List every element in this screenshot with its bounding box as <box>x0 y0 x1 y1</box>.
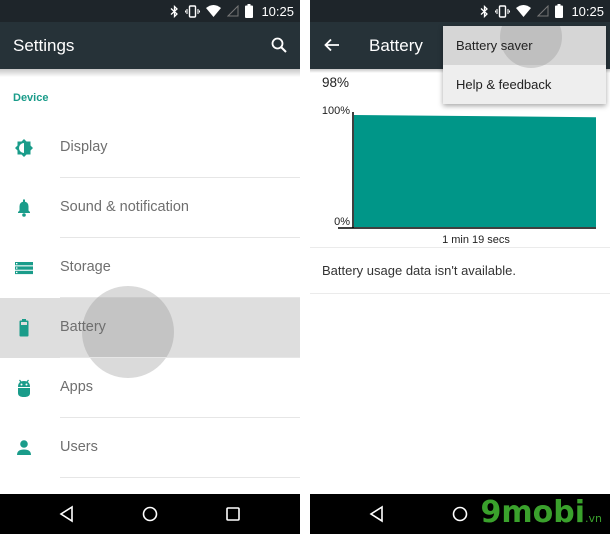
menu-item-label: Help & feedback <box>456 77 552 92</box>
menu-item-label: Battery saver <box>456 38 533 53</box>
battery-icon <box>555 4 564 18</box>
battery-screen: 10:25 Battery 98% 100% 0% 1 min 19 secs Ba… <box>310 0 610 534</box>
app-bar: Settings <box>0 22 300 69</box>
divider <box>310 293 610 294</box>
settings-item-label: Display <box>60 139 108 155</box>
settings-item-label: Storage <box>60 259 111 275</box>
page-title: Battery <box>369 36 423 55</box>
watermark-logo: 9mobi.vn <box>481 495 603 530</box>
battery-level-area <box>354 115 596 227</box>
search-icon[interactable] <box>271 37 287 53</box>
divider <box>60 477 300 478</box>
battery-icon <box>19 319 29 337</box>
navigation-bar <box>0 494 300 534</box>
settings-item-users[interactable]: Users <box>0 418 300 478</box>
menu-item-battery-saver[interactable]: Battery saver <box>443 26 606 68</box>
status-bar: 10:25 <box>0 0 300 22</box>
settings-item-apps[interactable]: Apps <box>0 358 300 418</box>
back-nav-icon[interactable] <box>368 505 386 523</box>
battery-level-text: 98% <box>322 75 350 90</box>
status-time: 10:25 <box>571 3 604 19</box>
settings-item-label: Users <box>60 439 98 455</box>
usage-empty-message: Battery usage data isn't available. <box>322 263 516 278</box>
brightness-icon <box>15 139 33 157</box>
vibrate-icon <box>495 4 511 18</box>
arrow-back-icon[interactable] <box>324 38 340 52</box>
watermark-text: 9mobi <box>480 495 586 530</box>
status-bar: 10:25 <box>310 0 610 22</box>
divider <box>310 247 610 248</box>
vibrate-icon <box>185 4 201 18</box>
y-tick-label: 100% <box>322 105 350 117</box>
app-bar-shadow <box>0 69 300 77</box>
back-nav-icon[interactable] <box>58 505 76 523</box>
recents-nav-icon[interactable] <box>224 505 242 523</box>
status-time: 10:25 <box>261 3 294 19</box>
y-tick-label: 0% <box>334 216 350 228</box>
settings-item-label: Apps <box>60 379 94 395</box>
bluetooth-icon <box>481 4 489 18</box>
settings-item-label: Sound & notification <box>60 199 189 215</box>
signal-icon <box>227 5 239 17</box>
wifi-icon <box>206 5 222 17</box>
settings-item-display[interactable]: Display <box>0 118 300 178</box>
android-icon <box>18 379 30 397</box>
settings-screen: 10:25 Settings Device Display Sound & no… <box>0 0 300 534</box>
bluetooth-icon <box>171 4 179 18</box>
x-axis-label: 1 min 19 secs <box>442 234 510 246</box>
bell-icon <box>18 199 30 217</box>
menu-item-help-feedback[interactable]: Help & feedback <box>443 65 606 104</box>
home-nav-icon[interactable] <box>141 505 159 523</box>
wifi-icon <box>516 5 532 17</box>
signal-icon <box>537 5 549 17</box>
settings-item-battery[interactable]: Battery <box>0 286 300 378</box>
page-title: Settings <box>13 36 75 55</box>
overflow-menu: Battery saver Help & feedback <box>443 26 606 104</box>
home-nav-icon[interactable] <box>451 505 469 523</box>
battery-history-chart: 100% 0% 1 min 19 secs <box>322 105 596 246</box>
section-header-device: Device <box>13 92 49 104</box>
watermark-suffix: .vn <box>585 512 602 525</box>
battery-icon <box>245 4 254 18</box>
settings-item-storage[interactable]: Storage <box>0 238 300 298</box>
storage-icon <box>15 262 33 275</box>
settings-item-label: Battery <box>60 319 106 335</box>
settings-item-sound[interactable]: Sound & notification <box>0 178 300 238</box>
person-icon <box>17 440 31 455</box>
